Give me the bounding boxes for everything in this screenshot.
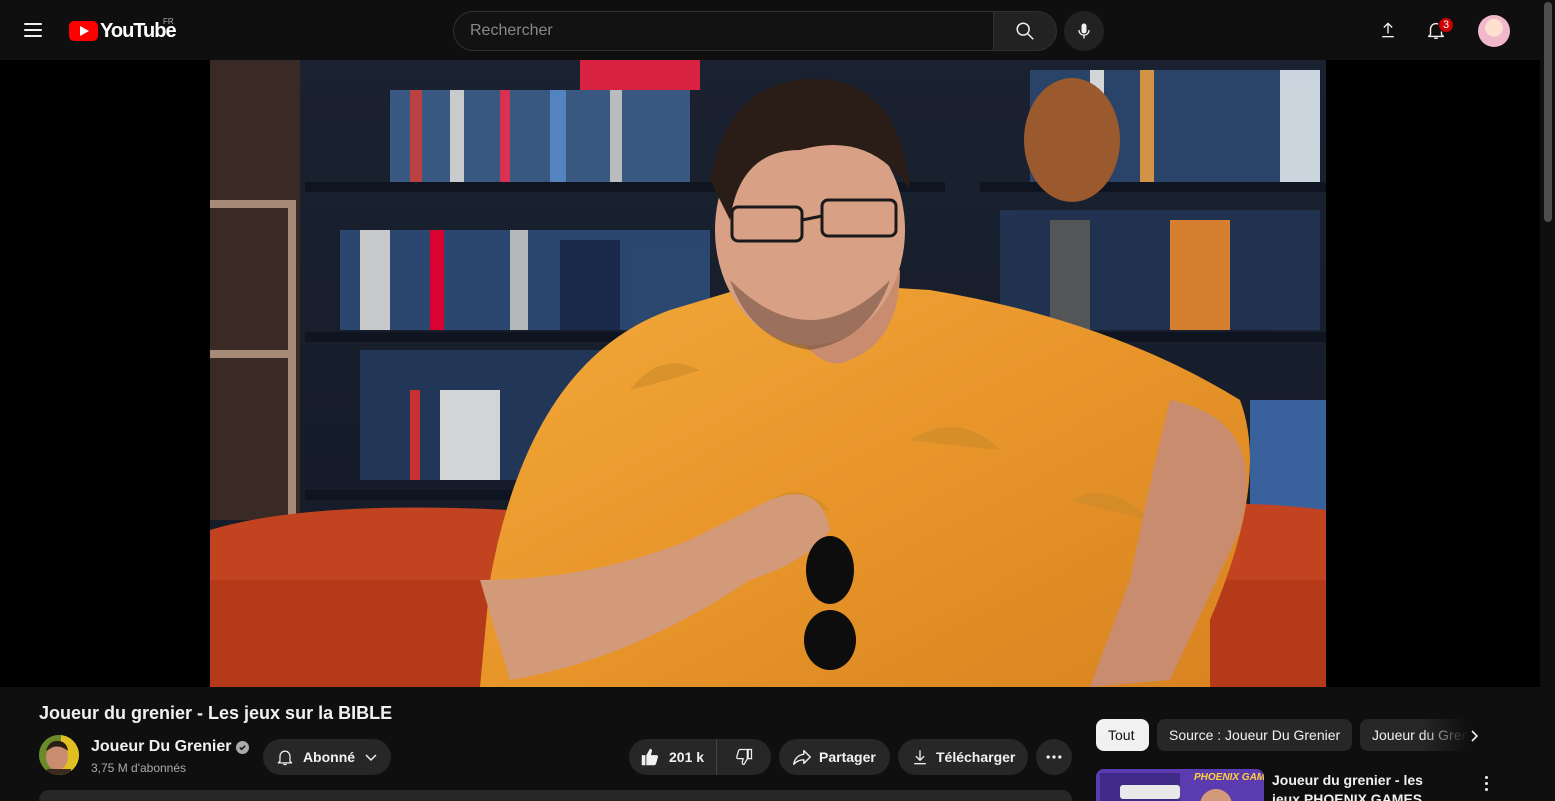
channel-name-text[interactable]: Joueur Du Grenier — [91, 738, 231, 756]
subscriber-count: 3,75 M d'abonnés — [91, 761, 187, 775]
scrollbar-thumb[interactable] — [1544, 2, 1552, 222]
page-scrollbar[interactable] — [1540, 0, 1555, 801]
search-input[interactable] — [453, 11, 993, 51]
chevron-right-icon — [1471, 730, 1479, 742]
chip-all[interactable]: Tout — [1096, 719, 1149, 751]
download-button[interactable]: Télécharger — [898, 739, 1028, 775]
description-box[interactable] — [39, 790, 1072, 801]
upload-icon — [1382, 22, 1394, 38]
download-icon — [914, 750, 926, 765]
recommended-title[interactable]: Joueur du grenier - les jeux PHOENIX GAM… — [1272, 771, 1452, 801]
video-title: Joueur du grenier - Les jeux sur la BIBL… — [39, 703, 393, 723]
recommended-more-icon[interactable] — [1476, 771, 1496, 795]
search-icon — [1016, 22, 1034, 40]
channel-avatar-image — [39, 735, 79, 775]
video-player[interactable] — [0, 60, 1540, 687]
like-dislike-group: 201 k — [629, 739, 771, 775]
dislike-button[interactable] — [717, 739, 771, 775]
account-avatar[interactable] — [1478, 15, 1510, 47]
search-button[interactable] — [993, 11, 1057, 51]
hamburger-menu-icon[interactable] — [18, 15, 48, 45]
chip-source[interactable]: Source : Joueur Du Grenier — [1157, 719, 1352, 751]
share-icon — [793, 749, 811, 766]
voice-search-button[interactable] — [1064, 11, 1104, 51]
share-button[interactable]: Partager — [779, 739, 890, 775]
region-code: FR — [163, 17, 174, 26]
video-content-image — [210, 60, 1326, 687]
microphone-icon — [1078, 23, 1090, 39]
notification-count-badge: 3 — [1438, 17, 1454, 33]
share-label: Partager — [819, 749, 876, 765]
youtube-play-icon — [69, 21, 98, 41]
channel-name[interactable]: Joueur Du Grenier — [91, 738, 250, 756]
channel-avatar[interactable] — [39, 735, 79, 775]
recommended-thumbnail[interactable]: PHOENIX GAMES — [1096, 769, 1264, 801]
subscribed-button[interactable]: Abonné — [263, 739, 391, 775]
verified-badge-icon — [236, 740, 250, 754]
search-bar — [453, 11, 1057, 51]
youtube-logo[interactable]: YouTube FR — [69, 17, 177, 43]
masthead: YouTube FR 3 — [0, 0, 1540, 60]
like-count: 201 k — [669, 749, 705, 765]
like-button[interactable]: 201 k — [629, 739, 718, 775]
recommended-thumbnail-text: PHOENIX GAMES — [1194, 772, 1264, 783]
chip-next-button[interactable] — [1460, 722, 1488, 750]
bell-icon — [277, 750, 293, 766]
video-frame[interactable] — [210, 60, 1326, 687]
thumbs-up-icon — [641, 748, 659, 766]
subscribed-label: Abonné — [302, 749, 356, 765]
recommended-thumbnail-image: PHOENIX GAMES — [1096, 769, 1264, 801]
chevron-down-icon — [365, 754, 377, 762]
thumbs-down-icon — [736, 748, 753, 766]
more-horizontal-icon — [1046, 755, 1062, 759]
more-actions-button[interactable] — [1036, 739, 1072, 775]
download-label: Télécharger — [936, 749, 1016, 765]
create-button[interactable] — [1373, 15, 1403, 45]
